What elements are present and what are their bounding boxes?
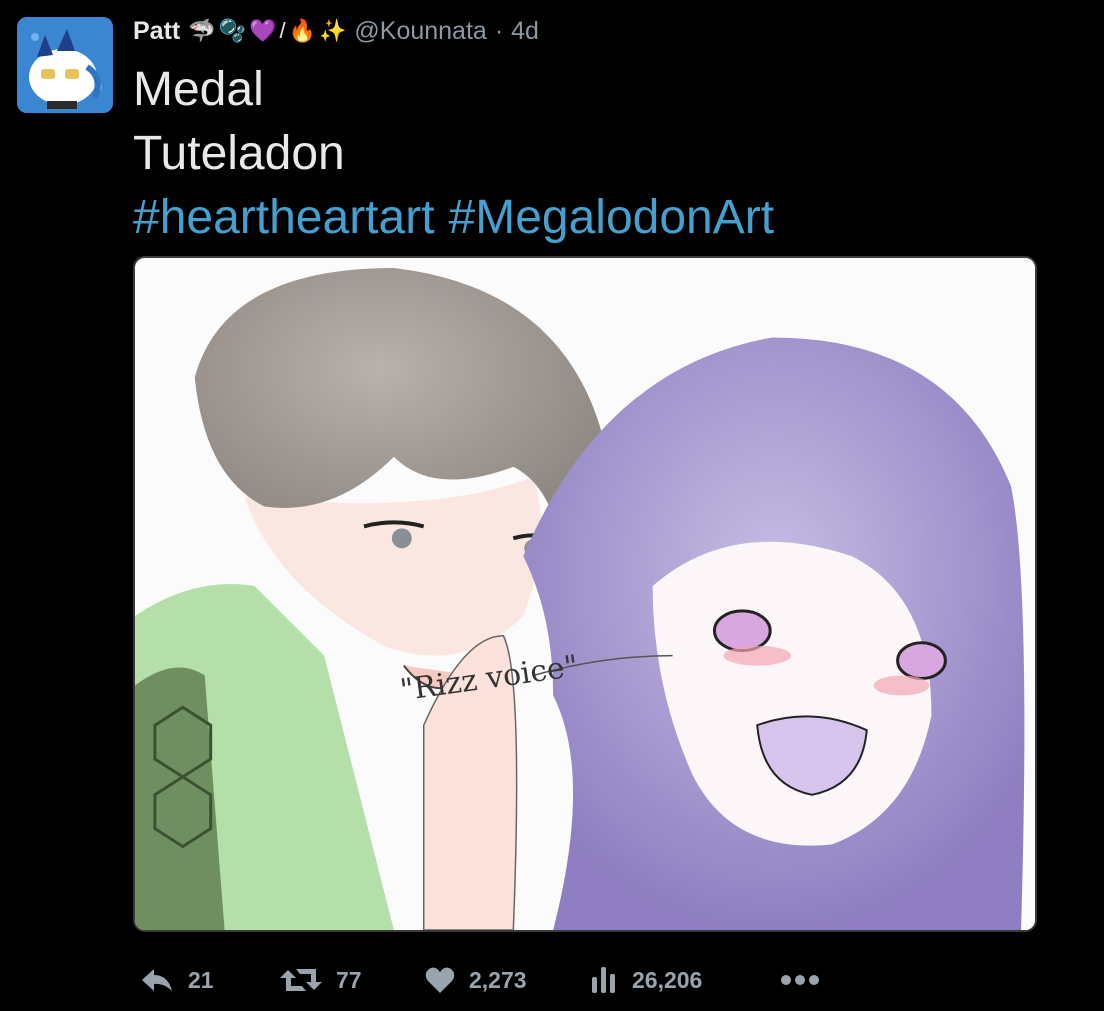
- retweet-count: 77: [336, 966, 362, 993]
- sparkles-emoji: ✨: [318, 18, 347, 43]
- bubbles-emoji: 🫧: [218, 18, 247, 43]
- more-icon: [781, 975, 819, 985]
- display-name[interactable]: Patt: [133, 17, 180, 46]
- views-icon: [592, 967, 615, 993]
- avatar[interactable]: [17, 17, 113, 113]
- action-bar: 21 77 2,273 26,206: [140, 958, 840, 1002]
- hashtag-link[interactable]: #MegalodonArt: [449, 191, 775, 244]
- artwork-illustration: "Rizz voice": [135, 258, 1035, 930]
- hashtag-line: #heartheartart #MegalodonArt: [133, 186, 788, 250]
- fire-emoji: 🔥: [288, 18, 316, 43]
- view-count: 26,206: [632, 966, 703, 993]
- tweet-header: Patt 🦈 🫧 💜 / 🔥 ✨ @Kounnata · 4d: [133, 14, 539, 48]
- retweet-button[interactable]: 77: [280, 966, 425, 994]
- reply-icon: [142, 969, 172, 991]
- hashtag-link[interactable]: #heartheartart: [133, 191, 435, 244]
- name-emojis: 🦈 🫧 💜 / 🔥 ✨: [188, 18, 346, 44]
- tweet-text-line: Tuteladon: [133, 127, 345, 180]
- shark-emoji: 🦈: [188, 18, 216, 43]
- tweet-text: Medal Tuteladon #heartheartart #Megalodon…: [133, 58, 788, 250]
- like-button[interactable]: 2,273: [425, 966, 590, 994]
- reply-button[interactable]: 21: [140, 966, 280, 994]
- more-button[interactable]: [780, 974, 840, 986]
- views-button[interactable]: 26,206: [590, 965, 780, 995]
- reply-count: 21: [188, 966, 214, 993]
- tweet-timestamp[interactable]: 4d: [511, 17, 539, 46]
- user-handle[interactable]: @Kounnata: [354, 17, 486, 46]
- tweet-media[interactable]: "Rizz voice": [133, 256, 1037, 932]
- header-separator: ·: [494, 16, 504, 45]
- retweet-icon: [280, 969, 322, 991]
- slash-text: /: [279, 18, 286, 43]
- purple-heart-emoji: 💜: [249, 18, 277, 43]
- like-count: 2,273: [469, 966, 527, 993]
- heart-icon: [425, 967, 455, 993]
- avatar-image: [17, 17, 113, 113]
- tweet-text-line: Medal: [133, 63, 264, 116]
